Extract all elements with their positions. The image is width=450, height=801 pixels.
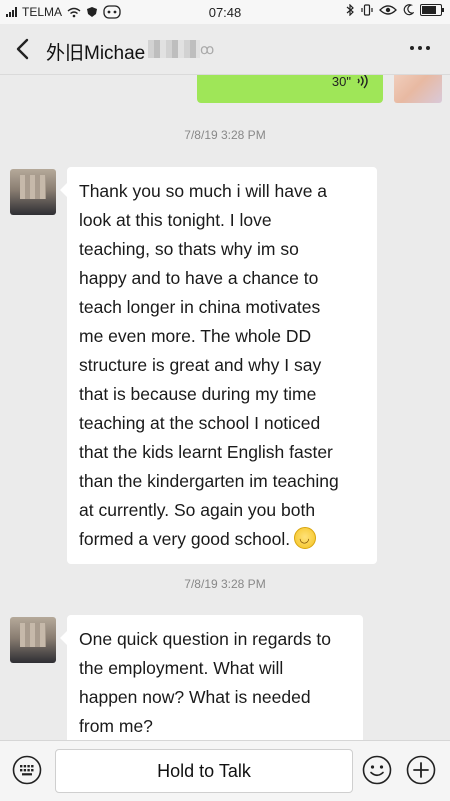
- vibrate-icon: [361, 4, 373, 16]
- earpiece-mode-icon: ꝏ: [200, 41, 215, 57]
- battery-icon: [420, 4, 444, 16]
- bluetooth-icon: [346, 4, 354, 16]
- message-line: structure is great and why I say: [79, 355, 322, 375]
- message-line: teaching, so thats why im so: [79, 239, 299, 259]
- message-bubble[interactable]: Thank you so much i will have a look at …: [60, 167, 377, 564]
- emoji-icon[interactable]: [362, 755, 392, 785]
- message-line: look at this tonight. I love: [79, 210, 272, 230]
- message-timestamp: 7/8/19 3:28 PM: [184, 577, 266, 591]
- message-line: me even more. The whole DD: [79, 326, 312, 346]
- plus-icon[interactable]: [406, 755, 436, 785]
- message-line: that is because during my time: [79, 384, 317, 404]
- voice-message-bubble[interactable]: 30": [197, 75, 383, 103]
- eye-comfort-icon: [379, 5, 397, 15]
- redacted-name: [148, 40, 200, 58]
- chat-header: 外旧Michae ꝏ: [0, 24, 450, 75]
- status-bar: TELMA 07:48: [0, 0, 450, 24]
- contact-avatar[interactable]: [10, 617, 56, 663]
- message-line: teaching at the school I noticed: [79, 413, 321, 433]
- message-line: from me?: [79, 716, 153, 736]
- message-bubble[interactable]: One quick question in regards to the emp…: [60, 615, 363, 740]
- chevron-left-icon[interactable]: [10, 34, 38, 64]
- message-line-last: formed a very good school.: [79, 525, 365, 554]
- message-line: formed a very good school.: [79, 529, 291, 549]
- message-line: the employment. What will: [79, 658, 284, 678]
- message-line: One quick question in regards to: [79, 629, 331, 649]
- message-timestamp: 7/8/19 3:28 PM: [184, 128, 266, 142]
- chat-messages: 30" 7/8/19 3:28 PM Thank you so much i w…: [0, 75, 450, 740]
- message-line: at currently. So again you both: [79, 500, 316, 520]
- input-bar: Hold to Talk: [0, 740, 450, 801]
- message-line: teach longer in china motivates: [79, 297, 321, 317]
- message-line: than the kindergarten im teaching: [79, 471, 339, 491]
- message-line: happy and to have a chance to: [79, 268, 319, 288]
- contact-avatar[interactable]: [10, 169, 56, 215]
- chat-title: 外旧Michae: [46, 43, 146, 64]
- hold-to-talk-button[interactable]: Hold to Talk: [55, 749, 353, 793]
- message-line: Thank you so much i will have a: [79, 181, 328, 201]
- more-dots-icon[interactable]: [410, 46, 430, 50]
- message-line: happen now? What is needed: [79, 687, 311, 707]
- voice-duration: 30": [331, 75, 351, 89]
- voice-wave-icon: [357, 75, 368, 89]
- status-right: [346, 4, 444, 16]
- self-avatar[interactable]: [394, 75, 442, 103]
- keyboard-icon[interactable]: [12, 755, 42, 785]
- message-line: that the kids learnt English faster: [79, 442, 333, 462]
- moon-icon: [403, 4, 414, 16]
- smile-emoji-icon: [294, 527, 317, 549]
